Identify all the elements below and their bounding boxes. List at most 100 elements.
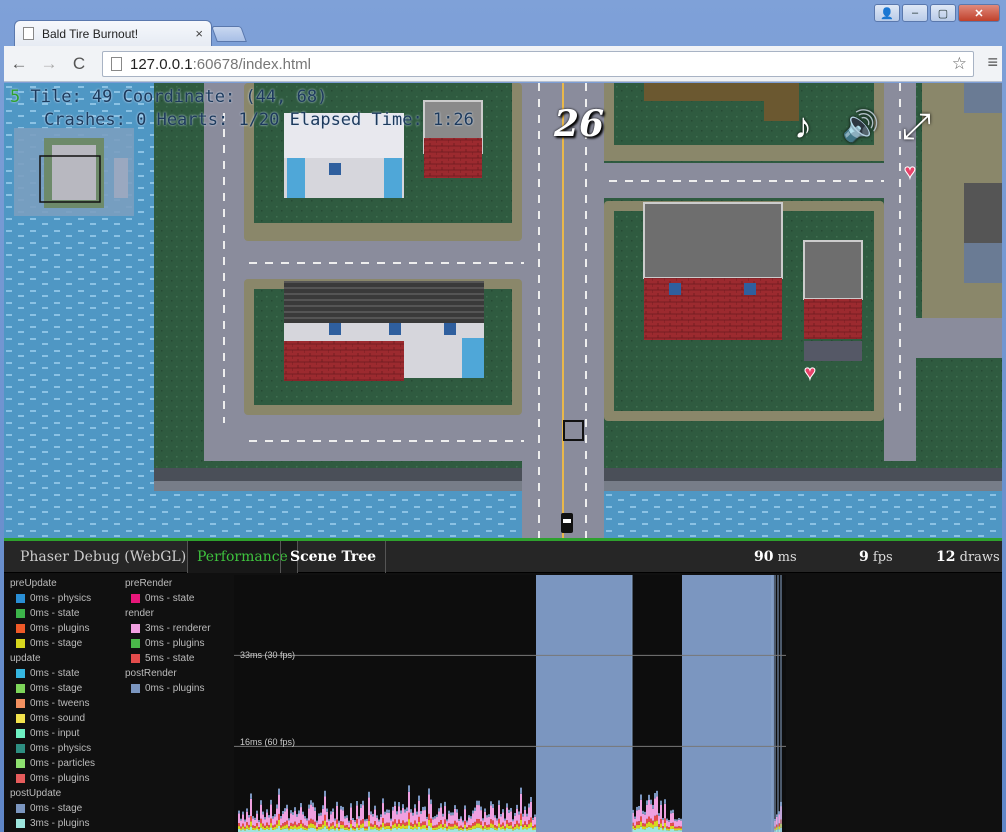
graph-frame-bar	[678, 819, 680, 827]
graph-frame-bar	[514, 815, 516, 825]
legend-label: 3ms - renderer	[145, 623, 211, 634]
graph-frame-bar	[414, 808, 416, 821]
graph-frame-bar	[396, 814, 398, 824]
graph-frame-bar	[300, 807, 302, 820]
graph-frame-bar	[660, 827, 662, 832]
graph-frame-bar	[252, 825, 254, 828]
graph-frame-bar	[510, 825, 512, 829]
graph-frame-bar	[482, 826, 484, 829]
graph-frame-bar	[480, 828, 482, 832]
legend-item: 5ms - state	[125, 651, 211, 666]
tab-scene-tree[interactable]: Scene Tree	[280, 541, 387, 573]
maximize-button[interactable]: ▢	[930, 4, 956, 22]
graph-frame-bar	[396, 811, 398, 815]
graph-frame-bar	[394, 827, 396, 832]
graph-frame-bar	[442, 826, 444, 830]
graph-frame-bar	[302, 823, 304, 827]
legend-swatch	[16, 744, 25, 753]
graph-frame-bar	[484, 825, 486, 829]
graph-frame-bar	[668, 819, 670, 822]
graph-frame-bar	[372, 826, 374, 830]
graph-frame-bar	[318, 826, 320, 830]
legend-label: 0ms - input	[30, 728, 80, 739]
bookmark-star-icon[interactable]: ☆	[952, 54, 967, 74]
graph-frame-bar	[286, 824, 288, 829]
graph-frame-bar	[338, 822, 340, 828]
graph-frame-bar	[256, 823, 258, 827]
graph-frame-bar	[494, 825, 496, 828]
graph-frame-bar	[414, 804, 416, 809]
menu-icon[interactable]: ≡	[987, 52, 998, 73]
graph-frame-bar	[528, 824, 530, 829]
graph-frame-bar	[422, 828, 424, 832]
graph-frame-bar	[638, 824, 640, 829]
graph-frame-bar	[498, 827, 500, 832]
speaker-icon[interactable]: 🔊	[842, 109, 879, 144]
graph-frame-bar	[282, 811, 284, 814]
music-icon[interactable]: ♪	[794, 105, 812, 147]
graph-frame-bar	[482, 828, 484, 831]
graph-frame-bar	[390, 828, 392, 831]
graph-frame-bar	[644, 814, 646, 824]
graph-frame-bar	[420, 826, 422, 830]
user-icon[interactable]: 👤	[874, 4, 900, 22]
graph-frame-bar	[428, 813, 430, 820]
graph-frame-bar	[492, 828, 494, 832]
legend-swatch	[131, 639, 140, 648]
tab-close-icon[interactable]: ×	[195, 26, 203, 41]
graph-frame-bar	[416, 823, 418, 827]
graph-frame-bar	[508, 822, 510, 826]
graph-frame-bar	[498, 823, 500, 828]
graph-frame-bar	[498, 804, 500, 819]
graph-frame-bar	[470, 825, 472, 828]
graph-frame-bar	[366, 820, 368, 827]
graph-frame-bar	[470, 827, 472, 830]
graph-frame-bar	[516, 828, 518, 832]
graph-frame-bar	[310, 827, 312, 832]
browser-tab[interactable]: Bald Tire Burnout! ×	[14, 20, 212, 46]
back-button[interactable]: ←	[4, 54, 34, 74]
graph-frame-bar	[444, 819, 446, 824]
graph-frame-bar	[504, 826, 506, 829]
graph-frame-bar	[666, 818, 668, 821]
graph-frame-bar	[374, 809, 376, 822]
legend-item: 0ms - state	[125, 591, 211, 606]
legend-label: 0ms - particles	[30, 758, 96, 769]
graph-frame-bar	[498, 800, 500, 805]
forward-button[interactable]: →	[34, 54, 64, 74]
graph-frame-bar	[430, 827, 432, 832]
graph-frame-bar	[304, 827, 306, 830]
reload-button[interactable]: C	[64, 54, 94, 74]
graph-frame-bar	[364, 826, 366, 829]
graph-frame-bar	[640, 816, 642, 822]
graph-frame-bar	[642, 810, 644, 814]
graph-frame-bar	[332, 822, 334, 826]
graph-frame-bar	[366, 828, 368, 831]
debug-title: Phaser Debug (WebGL):	[20, 549, 191, 565]
graph-frame-bar	[380, 827, 382, 830]
new-tab-button[interactable]	[211, 26, 247, 42]
game-canvas[interactable]: ♥ ♥ 5 Tile: 49 Coordinate: (44, 68) Cras…	[4, 83, 1002, 538]
graph-frame-bar	[652, 808, 654, 821]
graph-frame-bar	[424, 806, 426, 811]
legend-swatch	[16, 609, 25, 618]
graph-frame-bar	[350, 820, 352, 825]
close-window-button[interactable]: ✕	[958, 4, 1000, 22]
graph-frame-bar	[278, 825, 280, 832]
graph-frame-bar	[458, 818, 460, 821]
graph-frame-bar	[672, 825, 674, 829]
graph-frame-bar	[660, 805, 662, 819]
graph-frame-bar	[342, 828, 344, 832]
graph-frame-bar	[364, 821, 366, 827]
graph-frame-bar	[304, 825, 306, 828]
graph-frame-bar	[448, 813, 450, 824]
graph-frame-bar	[272, 816, 274, 819]
graph-frame-bar	[520, 787, 522, 794]
graph-frame-bar	[310, 800, 312, 805]
graph-frame-bar	[528, 828, 530, 832]
graph-frame-bar	[288, 818, 290, 821]
minimize-button[interactable]: –	[902, 4, 928, 22]
fullscreen-icon[interactable]: ⤢	[902, 105, 931, 148]
graph-frame-bar	[462, 822, 464, 828]
address-bar[interactable]: 127.0.0.1:60678/index.html ☆	[102, 51, 974, 77]
